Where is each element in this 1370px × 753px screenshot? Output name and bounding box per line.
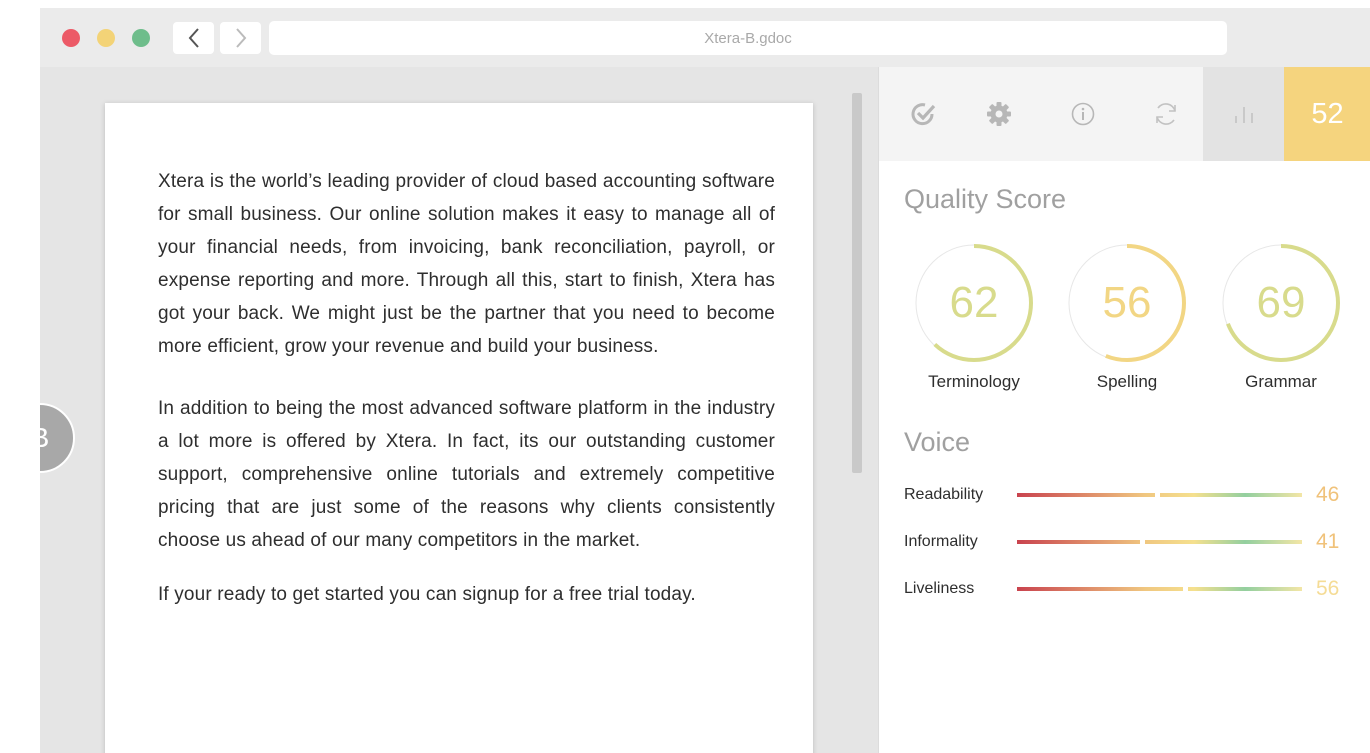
bar-chart-icon: [1234, 107, 1253, 123]
document-body: Xtera is the world’s leading provider of…: [158, 165, 775, 611]
panel-toolbar: 52: [879, 67, 1370, 161]
voice-bar-right-segment: [1145, 540, 1302, 544]
grammar-label: Grammar: [1245, 372, 1317, 391]
liveliness-row: Liveliness 56: [904, 577, 1364, 601]
liveliness-label: Liveliness: [904, 580, 975, 597]
check-button[interactable]: [884, 67, 964, 161]
gear-icon: [987, 102, 1011, 126]
readability-scale: [1017, 493, 1302, 497]
overall-score-tile: 52: [1284, 67, 1370, 161]
forward-button[interactable]: [220, 22, 261, 54]
informality-label: Informality: [904, 533, 978, 550]
quality-score-title: Quality Score: [904, 184, 1067, 214]
document-scrollbar[interactable]: [852, 93, 862, 473]
voice-bar-right-segment: [1188, 587, 1302, 591]
voice-title: Voice: [904, 427, 971, 457]
spelling-label: Spelling: [1096, 372, 1158, 391]
informality-value: 41: [1316, 530, 1340, 553]
refresh-icon: [1156, 103, 1176, 125]
readability-label: Readability: [904, 486, 984, 503]
informality-scale: [1017, 540, 1302, 544]
informality-row: Informality 41: [904, 530, 1364, 554]
paragraph-2: In addition to being the most advanced s…: [158, 398, 775, 551]
content-area: Xtera is the world’s leading provider of…: [40, 67, 1370, 753]
voice-bar-right-segment: [1160, 493, 1302, 497]
terminology-value: 62: [949, 278, 999, 327]
info-icon: [1071, 102, 1095, 126]
liveliness-scale: [1017, 587, 1302, 591]
minimize-window-button[interactable]: [97, 29, 115, 47]
settings-button[interactable]: [959, 67, 1039, 161]
browser-window: Xtera-B.gdoc Xtera is the world’s leadin…: [40, 8, 1370, 753]
paragraph-3: If your ready to get started you can sig…: [158, 584, 696, 605]
refresh-button[interactable]: [1126, 67, 1206, 161]
grammar-value: 69: [1256, 278, 1306, 327]
check-icon: [911, 103, 936, 126]
close-window-button[interactable]: [62, 29, 80, 47]
stats-tab[interactable]: [1203, 67, 1284, 161]
voice-bar-left-segment: [1017, 493, 1155, 497]
chevron-left-icon: [188, 28, 199, 48]
readability-row: Readability 46: [904, 483, 1364, 507]
address-bar[interactable]: Xtera-B.gdoc: [269, 21, 1227, 55]
voice-bar-left-segment: [1017, 587, 1183, 591]
title-bar: Xtera-B.gdoc: [40, 8, 1370, 67]
voice-bar-left-segment: [1017, 540, 1140, 544]
paragraph-1: Xtera is the world’s leading provider of…: [158, 171, 775, 357]
analysis-panel: 52 Quality Score 62 Terminology 56 Spell…: [878, 67, 1370, 753]
readability-value: 46: [1316, 483, 1340, 506]
info-button[interactable]: [1043, 67, 1123, 161]
document-page[interactable]: Xtera is the world’s leading provider of…: [105, 103, 813, 753]
chevron-right-icon: [235, 28, 246, 48]
spelling-value: 56: [1102, 278, 1152, 327]
version-badge: B: [40, 403, 75, 473]
maximize-window-button[interactable]: [132, 29, 150, 47]
liveliness-value: 56: [1316, 577, 1340, 600]
back-button[interactable]: [173, 22, 214, 54]
